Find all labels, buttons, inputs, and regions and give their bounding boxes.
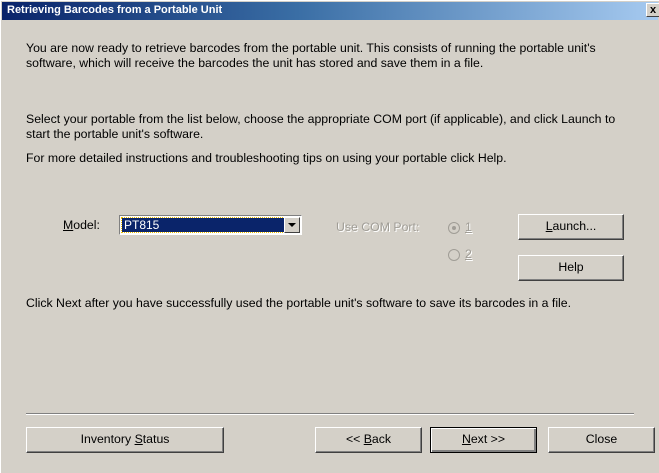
next-instructions-text: Click Next after you have successfully u… — [26, 296, 572, 310]
next-button[interactable]: Next >> — [430, 427, 537, 453]
close-button[interactable]: Close — [548, 427, 655, 453]
help-button[interactable]: Help — [518, 255, 624, 281]
launch-button[interactable]: Launch... — [518, 214, 624, 240]
help-instructions-text: For more detailed instructions and troub… — [26, 151, 507, 165]
close-window-button[interactable]: x — [646, 3, 659, 17]
bottom-separator — [26, 413, 634, 415]
select-instructions-text: Select your portable from the list below… — [26, 112, 616, 141]
dialog-window: Retrieving Barcodes from a Portable Unit… — [0, 0, 659, 473]
dropdown-arrow-button[interactable] — [284, 217, 300, 233]
back-button[interactable]: << Back — [315, 427, 422, 453]
chevron-down-icon — [288, 223, 296, 227]
model-select[interactable]: PT815 — [119, 215, 302, 235]
com-port-label: Use COM Port: — [336, 220, 420, 234]
inventory-status-button[interactable]: Inventory Status — [26, 427, 224, 453]
window-title: Retrieving Barcodes from a Portable Unit — [7, 4, 223, 16]
intro-text: You are now ready to retrieve barcodes f… — [26, 41, 596, 70]
com-port-2-label: 2 — [465, 247, 472, 261]
com-port-2-radio[interactable] — [448, 249, 460, 261]
com-port-1-label: 1 — [465, 220, 472, 234]
model-label: Model: — [63, 218, 100, 232]
model-select-value: PT815 — [121, 217, 285, 233]
title-bar[interactable]: Retrieving Barcodes from a Portable Unit — [2, 2, 658, 20]
radio-selected-dot — [452, 226, 456, 230]
com-port-1-radio[interactable] — [448, 222, 460, 234]
